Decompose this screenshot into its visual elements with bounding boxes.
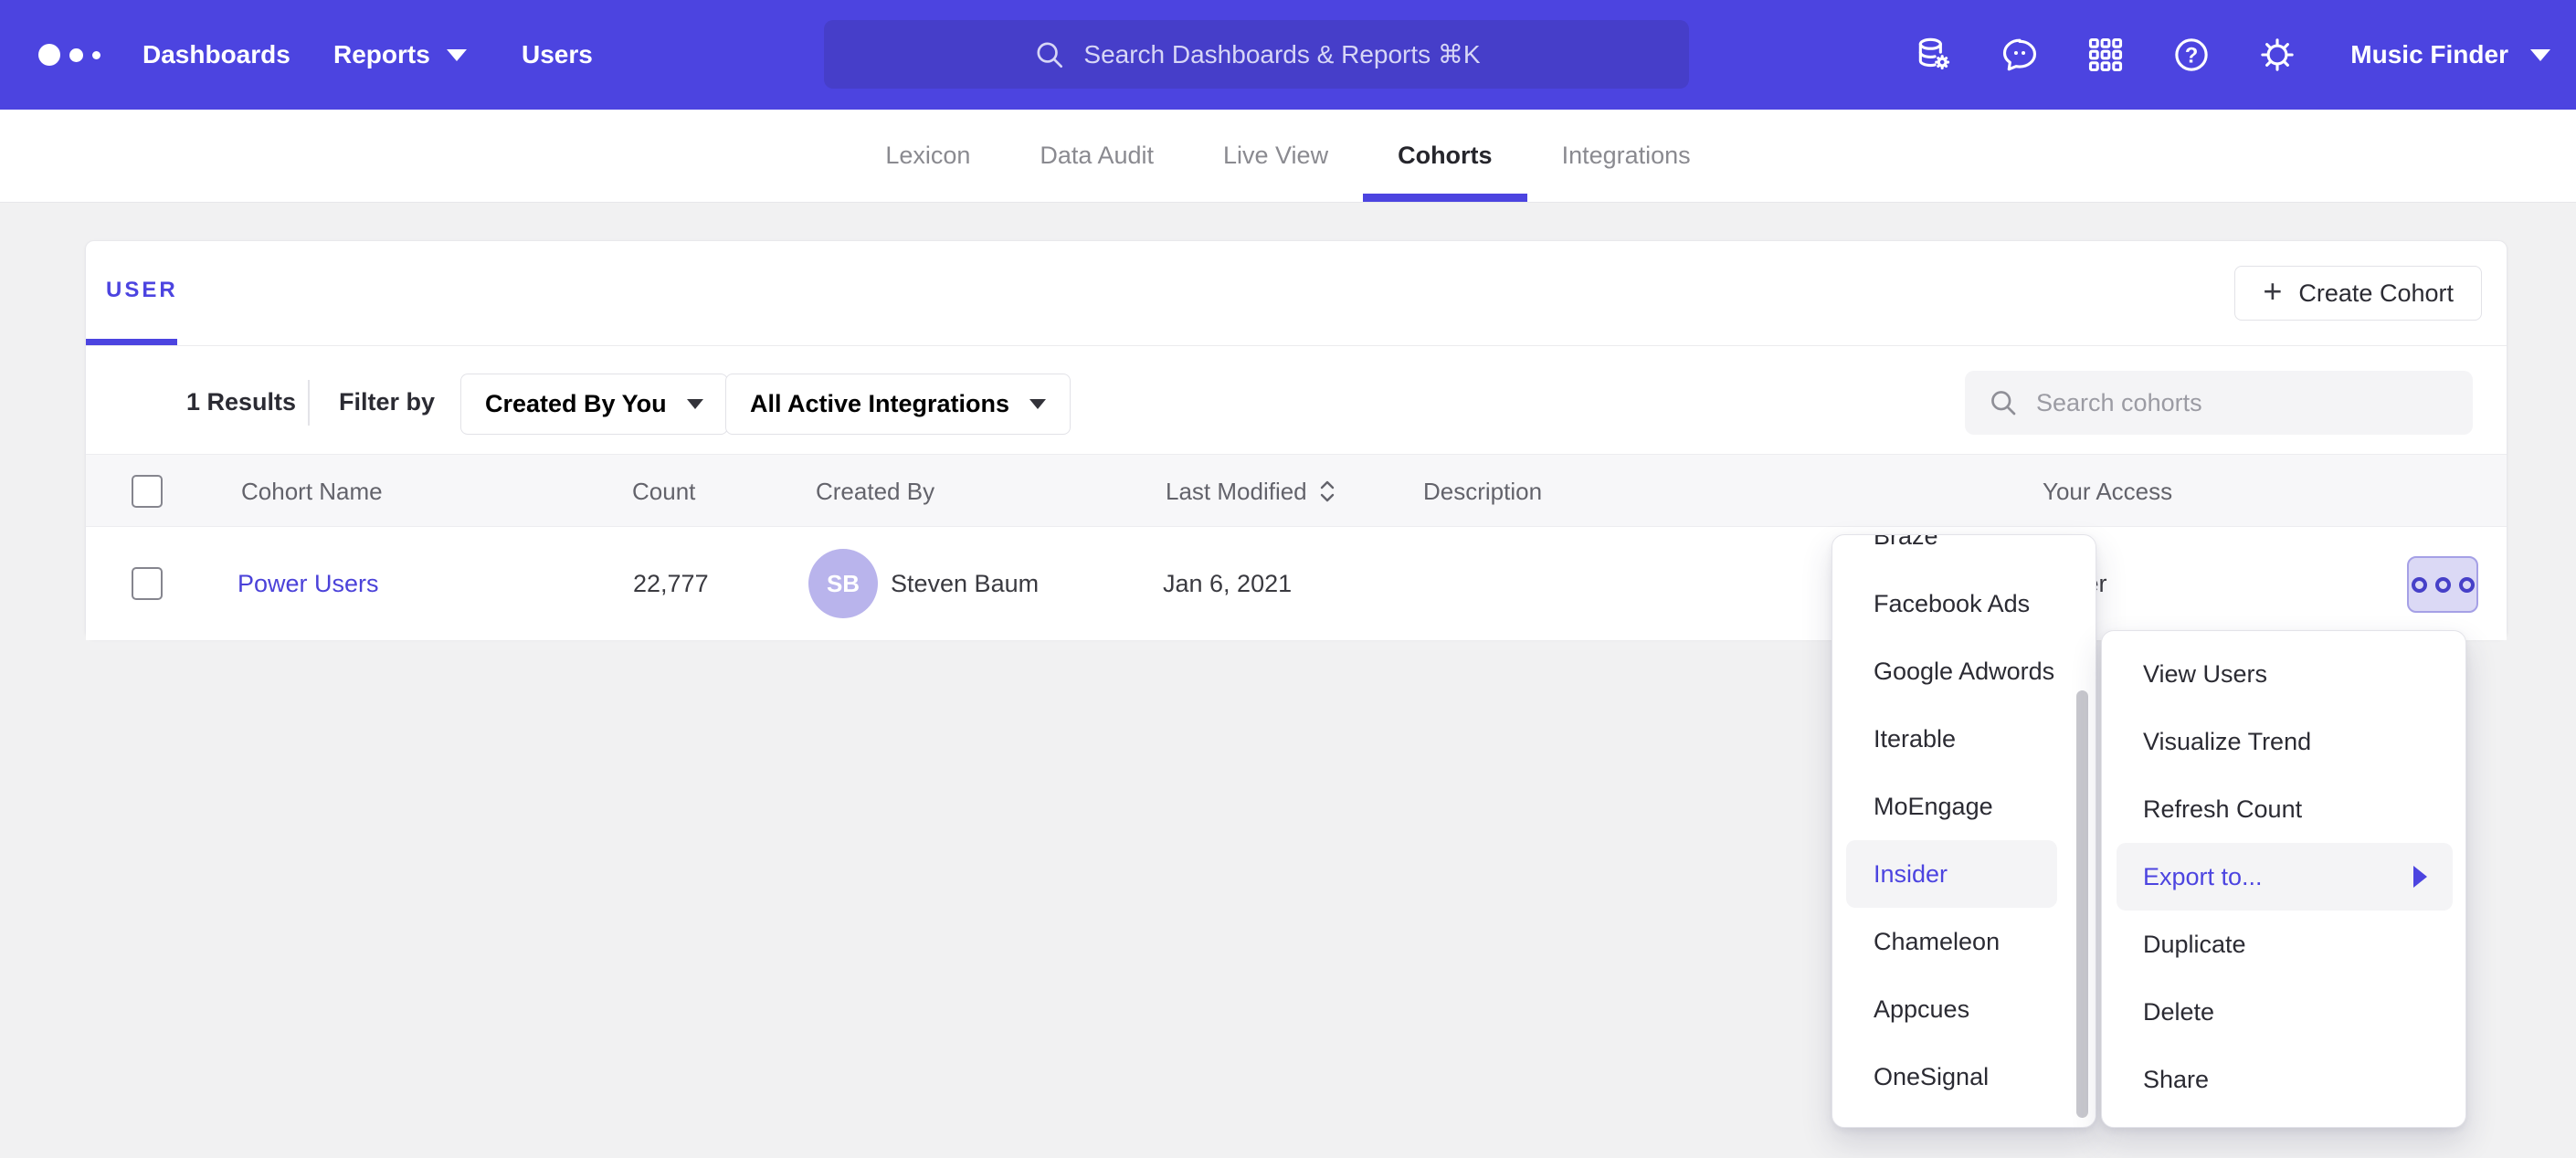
scrollbar-thumb[interactable]: [2076, 690, 2088, 1118]
subnav-tabs: Lexicon Data Audit Live View Cohorts Int…: [850, 110, 1725, 202]
table-row: Power Users 22,777 SB Steven Baum Jan 6,…: [86, 527, 2507, 640]
global-search-input[interactable]: Search Dashboards & Reports ⌘K: [824, 20, 1689, 89]
chevron-down-icon: [447, 49, 467, 61]
cohort-count: 22,777: [633, 527, 709, 640]
help-icon[interactable]: ?: [2171, 35, 2212, 75]
search-icon: [1987, 386, 2020, 419]
nav-dashboards-label: Dashboards: [143, 40, 290, 69]
integrations-filter-value: All Active Integrations: [750, 390, 1009, 418]
column-your-access: Your Access: [2043, 455, 2172, 528]
create-cohort-button[interactable]: + Create Cohort: [2234, 266, 2482, 321]
menu-item-facebook-ads[interactable]: Facebook Ads: [1832, 570, 2096, 637]
more-dots-icon: [2412, 577, 2427, 593]
created-by-name: Steven Baum: [891, 527, 1039, 640]
project-switcher[interactable]: Music Finder: [2350, 40, 2550, 69]
secondary-nav: Lexicon Data Audit Live View Cohorts Int…: [0, 110, 2576, 203]
tab-lexicon[interactable]: Lexicon: [850, 110, 1005, 202]
plus-icon: +: [2263, 275, 2282, 308]
results-count: 1 Results: [186, 388, 296, 416]
cohort-search-input[interactable]: [2036, 389, 2451, 417]
logo-dot-icon: [38, 44, 60, 66]
menu-item-visualize-trend[interactable]: Visualize Trend: [2102, 708, 2465, 775]
menu-item-moengage[interactable]: MoEngage: [1832, 773, 2096, 840]
menu-item-chameleon[interactable]: Chameleon: [1832, 908, 2096, 975]
logo-dot-icon: [92, 51, 100, 59]
menu-item-duplicate[interactable]: Duplicate: [2102, 911, 2465, 978]
nav-users[interactable]: Users: [522, 0, 593, 110]
nav-users-label: Users: [522, 40, 593, 69]
nav-reports-label: Reports: [333, 40, 430, 69]
export-destinations-menu: Braze Facebook Ads Google Adwords Iterab…: [1832, 534, 2096, 1128]
project-name: Music Finder: [2350, 40, 2508, 69]
divider: [308, 380, 310, 426]
menu-item-braze[interactable]: Braze: [1832, 534, 2096, 570]
integrations-filter-dropdown[interactable]: All Active Integrations: [725, 374, 1071, 435]
column-last-modified-label: Last Modified: [1166, 455, 1307, 528]
feedback-icon[interactable]: [2000, 35, 2040, 75]
chevron-down-icon: [2530, 49, 2550, 61]
nav-reports[interactable]: Reports: [333, 0, 467, 110]
divider: [86, 345, 2507, 346]
logo-dot-icon: [69, 48, 83, 62]
menu-item-share[interactable]: Share: [2102, 1046, 2465, 1113]
settings-gear-icon[interactable]: [2257, 35, 2297, 75]
cohort-search-box: [1965, 371, 2473, 435]
sort-arrows-icon: [1318, 479, 1336, 504]
mixpanel-logo[interactable]: [38, 0, 100, 110]
column-cohort-name: Cohort Name: [241, 455, 383, 528]
global-search-placeholder: Search Dashboards & Reports ⌘K: [1083, 39, 1480, 69]
more-dots-icon: [2459, 577, 2475, 593]
created-by-filter-value: Created By You: [485, 390, 667, 418]
select-all-checkbox[interactable]: [132, 475, 163, 508]
table-header-row: Cohort Name Count Created By Last Modifi…: [86, 454, 2507, 527]
menu-item-google-adwords[interactable]: Google Adwords: [1832, 637, 2096, 705]
row-more-actions-button[interactable]: [2407, 556, 2478, 613]
submenu-arrow-icon: [2413, 866, 2427, 888]
navbar-right-group: ? Music Finder: [1914, 0, 2550, 110]
menu-item-delete[interactable]: Delete: [2102, 978, 2465, 1046]
export-to-label: Export to...: [2143, 863, 2263, 891]
column-last-modified-sort[interactable]: Last Modified: [1166, 455, 1336, 528]
tab-data-audit[interactable]: Data Audit: [1005, 110, 1188, 202]
cohorts-card: USER + Create Cohort 1 Results Filter by…: [85, 240, 2507, 639]
last-modified-date: Jan 6, 2021: [1163, 527, 1292, 640]
chevron-down-icon: [687, 399, 703, 409]
tab-integrations[interactable]: Integrations: [1527, 110, 1726, 202]
menu-item-insider[interactable]: Insider: [1846, 840, 2057, 908]
menu-item-appcues[interactable]: Appcues: [1832, 975, 2096, 1043]
filter-by-label: Filter by: [339, 388, 435, 416]
tab-user-cohorts[interactable]: USER: [106, 278, 178, 303]
create-cohort-label: Create Cohort: [2298, 279, 2454, 308]
row-checkbox[interactable]: [132, 567, 163, 600]
column-created-by: Created By: [816, 455, 934, 528]
menu-item-view-users[interactable]: View Users: [2102, 640, 2465, 708]
chevron-down-icon: [1029, 399, 1046, 409]
avatar: SB: [808, 549, 878, 618]
column-description: Description: [1423, 455, 1542, 528]
active-tab-underline: [86, 339, 177, 345]
search-icon: [1032, 37, 1067, 72]
menu-item-iterable[interactable]: Iterable: [1832, 705, 2096, 773]
apps-grid-icon[interactable]: [2085, 35, 2126, 75]
tab-live-view[interactable]: Live View: [1188, 110, 1363, 202]
created-by-filter-dropdown[interactable]: Created By You: [460, 374, 728, 435]
svg-text:?: ?: [2185, 43, 2199, 68]
more-dots-icon: [2435, 577, 2451, 593]
menu-item-onesignal[interactable]: OneSignal: [1832, 1043, 2096, 1111]
cohort-name-link[interactable]: Power Users: [238, 527, 379, 640]
menu-item-export-to[interactable]: Export to...: [2117, 843, 2453, 911]
data-management-icon[interactable]: [1914, 35, 1954, 75]
menu-item-refresh-count[interactable]: Refresh Count: [2102, 775, 2465, 843]
column-count: Count: [632, 455, 695, 528]
nav-dashboards[interactable]: Dashboards: [143, 0, 290, 110]
tab-cohorts[interactable]: Cohorts: [1363, 110, 1527, 202]
top-navbar: Dashboards Reports Users Search Dashboar…: [0, 0, 2576, 110]
cohort-actions-menu: View Users Visualize Trend Refresh Count…: [2101, 630, 2466, 1128]
